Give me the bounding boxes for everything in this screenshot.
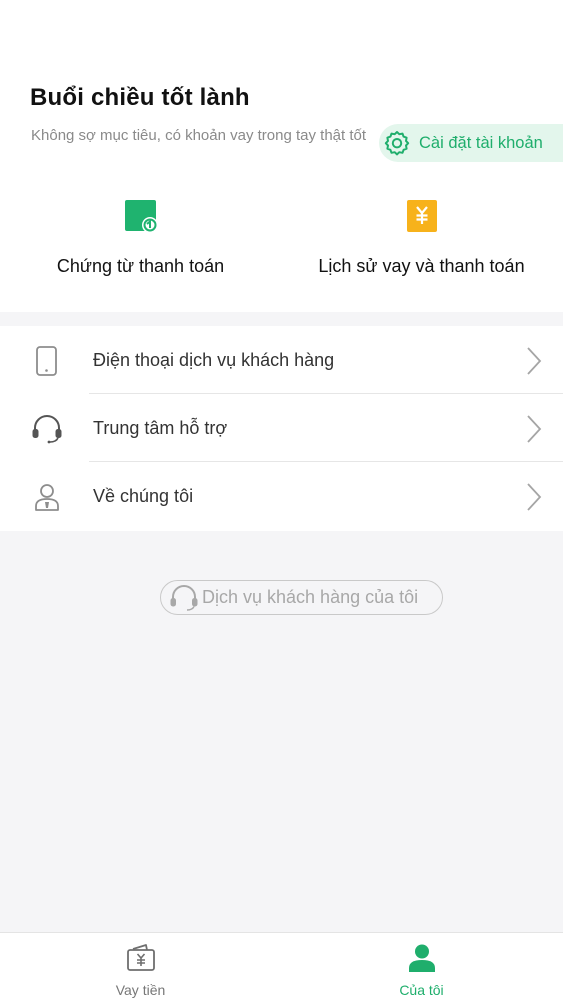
chevron-right-icon [527, 347, 542, 375]
loan-history-label: Lịch sử vay và thanh toán [318, 256, 525, 276]
loan-history-button[interactable]: Lịch sử vay và thanh toán [281, 196, 562, 277]
payment-voucher-button[interactable]: Chứng từ thanh toán [0, 196, 281, 277]
greeting-title: Buổi chiều tốt lành [30, 84, 250, 111]
wallet-yuan-icon [126, 944, 155, 971]
account-settings-label: Cài đặt tài khoản [419, 133, 543, 152]
my-customer-service-button[interactable]: Dịch vụ khách hàng của tôi [160, 580, 443, 615]
bottom-tab-bar: Vay tiền Của tôi [0, 932, 563, 1000]
settings-menu: Điện thoại dịch vụ khách hàng Trung tâm … [0, 326, 563, 531]
tab-loan[interactable]: Vay tiền [0, 933, 281, 1000]
phone-icon [36, 346, 57, 376]
headset-icon [32, 415, 62, 444]
gear-icon [384, 131, 410, 156]
tab-my-account-label: Của tôi [399, 982, 444, 998]
payment-voucher-label: Chứng từ thanh toán [56, 256, 225, 276]
payment-voucher-icon [124, 200, 158, 233]
yuan-history-icon [406, 200, 437, 232]
greeting-subtitle: Không sợ mục tiêu, có khoản vay trong ta… [31, 127, 367, 144]
user-icon [408, 944, 435, 972]
menu-item-label: Về chúng tôi [93, 485, 194, 506]
menu-item-label: Trung tâm hỗ trợ [93, 417, 228, 438]
profile-header-card: Buổi chiều tốt lành Không sợ mục tiêu, c… [0, 0, 563, 312]
person-icon [35, 484, 59, 511]
headset-icon [170, 584, 198, 611]
menu-item-about-us[interactable]: Về chúng tôi [0, 462, 563, 530]
account-settings-button[interactable]: Cài đặt tài khoản [379, 124, 563, 162]
my-customer-service-label: Dịch vụ khách hàng của tôi [202, 587, 419, 607]
menu-item-label: Điện thoại dịch vụ khách hàng [93, 349, 335, 370]
chevron-right-icon [527, 483, 542, 511]
tab-my-account[interactable]: Của tôi [281, 933, 562, 1000]
chevron-right-icon [527, 415, 542, 443]
tab-loan-label: Vay tiền [115, 982, 166, 998]
menu-item-customer-phone[interactable]: Điện thoại dịch vụ khách hàng [0, 326, 563, 394]
menu-item-support-center[interactable]: Trung tâm hỗ trợ [0, 394, 563, 462]
